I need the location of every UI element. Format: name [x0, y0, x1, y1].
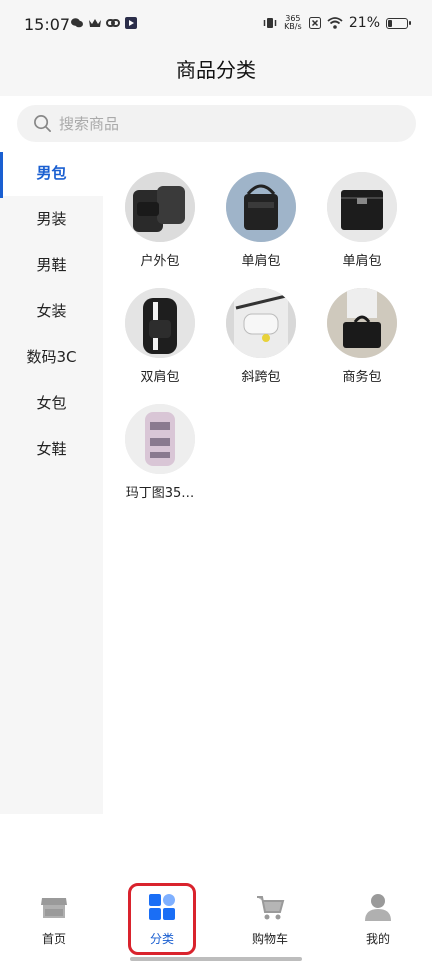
search-box[interactable]	[17, 105, 416, 142]
sidebar-item-label: 男鞋	[36, 256, 67, 274]
home-indicator[interactable]	[130, 957, 302, 961]
sidebar-item-mens-clothing[interactable]: 男装	[0, 196, 103, 242]
cart-icon	[257, 896, 285, 920]
wifi-icon	[327, 17, 343, 29]
product-thumbnail	[327, 288, 397, 358]
active-tab-highlight-box	[128, 883, 196, 955]
tab-label: 首页	[41, 932, 66, 946]
sidebar-item-label: 男装	[36, 210, 67, 228]
subcategory-label: 双肩包	[140, 370, 180, 385]
sidebar-item-label: 女鞋	[36, 440, 67, 458]
subcategory-label: 斜跨包	[241, 370, 281, 385]
status-bar: 15:07 365 KB/s 21%	[0, 0, 432, 50]
search-input[interactable]	[59, 105, 399, 142]
sidebar-item-label: 数码3C	[26, 348, 77, 366]
vibrate-icon	[263, 18, 277, 28]
product-thumbnail	[125, 404, 195, 474]
sidebar-item-womens-clothing[interactable]: 女装	[0, 288, 103, 334]
page-title: 商品分类	[176, 58, 256, 82]
subcategory-label: 玛丁图35…	[125, 486, 195, 501]
network-speed: 365 KB/s	[284, 14, 302, 31]
category-sidebar: 男包 男装 男鞋 女装 数码3C 女包 女鞋	[0, 150, 103, 814]
store-icon	[41, 898, 67, 918]
battery-icon	[386, 17, 411, 29]
tab-home[interactable]: 首页	[14, 892, 94, 947]
product-thumbnail	[226, 288, 296, 358]
product-thumbnail	[125, 288, 195, 358]
product-thumbnail	[327, 172, 397, 242]
subcategory-label: 单肩包	[342, 254, 382, 269]
subcategory-crossbody-bag[interactable]: 斜跨包	[211, 288, 311, 385]
subcategory-label: 商务包	[342, 370, 382, 385]
sidebar-item-digital[interactable]: 数码3C	[0, 334, 103, 380]
tab-mine[interactable]: 我的	[338, 892, 418, 947]
product-thumbnail	[226, 172, 296, 242]
status-time: 15:07	[24, 15, 71, 34]
search-icon	[34, 115, 51, 132]
subcategory-label: 单肩包	[241, 254, 281, 269]
sidebar-item-mens-bags[interactable]: 男包	[0, 150, 103, 198]
crown-icon	[89, 19, 101, 27]
search-bar	[0, 96, 432, 150]
status-right: 365 KB/s 21%	[263, 14, 411, 31]
subcategory-outdoor-bag[interactable]: 户外包	[110, 172, 210, 269]
bottom-tab-bar: 首页 分类 购物车 我的	[0, 880, 432, 964]
notification-icons	[70, 16, 138, 30]
subcategory-shoulder-bag-2[interactable]: 单肩包	[312, 172, 412, 269]
sidebar-item-label: 女装	[36, 302, 67, 320]
page-header: 商品分类	[0, 50, 432, 96]
close-box-icon	[308, 17, 321, 29]
tab-label: 购物车	[251, 932, 288, 946]
subcategory-shoulder-bag-1[interactable]: 单肩包	[211, 172, 311, 269]
sidebar-item-womens-shoes[interactable]: 女鞋	[0, 426, 103, 472]
app-icon	[125, 17, 137, 29]
subcategory-business-bag[interactable]: 商务包	[312, 288, 412, 385]
sidebar-item-label: 女包	[36, 394, 67, 412]
wechat-icon	[71, 18, 83, 28]
tab-cart[interactable]: 购物车	[230, 892, 310, 947]
sidebar-item-womens-bags[interactable]: 女包	[0, 380, 103, 426]
subcategory-marting-35[interactable]: 玛丁图35…	[110, 404, 210, 501]
product-thumbnail	[125, 172, 195, 242]
battery-percent: 21%	[348, 15, 380, 31]
subcategory-label: 户外包	[140, 254, 180, 269]
user-icon	[365, 894, 391, 921]
sidebar-item-mens-shoes[interactable]: 男鞋	[0, 242, 103, 288]
tab-label: 我的	[365, 932, 390, 946]
link-icon	[106, 19, 120, 27]
subcategory-backpack[interactable]: 双肩包	[110, 288, 210, 385]
sidebar-item-label: 男包	[36, 164, 67, 182]
